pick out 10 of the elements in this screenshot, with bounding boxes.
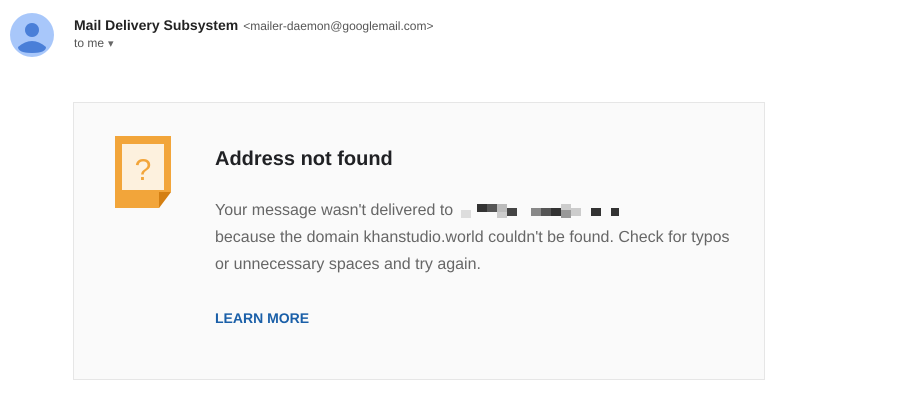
recipient-label: to me bbox=[74, 36, 104, 50]
message-text: because the domain khanstudio.world couldn't be found. Check for typos or unnecessary spaces and try again. bbox=[215, 228, 730, 275]
notice-title: Address not found bbox=[215, 148, 394, 171]
message-text: Your message wasn't delivered to bbox=[215, 201, 454, 221]
details-dropdown[interactable]: ▾ bbox=[108, 36, 114, 50]
learn-more-link[interactable]: LEARN MORE bbox=[215, 310, 310, 326]
sender-address: <mailer-daemon@googlemail.com> bbox=[243, 19, 434, 33]
avatar-icon bbox=[10, 13, 54, 57]
question-note-icon: ? bbox=[115, 136, 171, 208]
sender-name: Mail Delivery Subsystem bbox=[74, 17, 238, 33]
